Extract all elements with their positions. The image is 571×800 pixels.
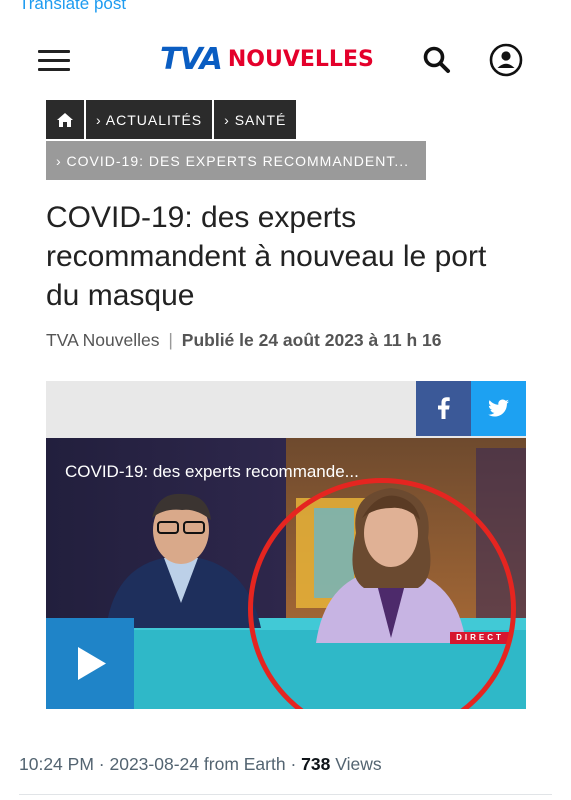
video-player[interactable]: COVID-19: des experts recommande... DIRE…: [46, 438, 526, 709]
translate-post-link[interactable]: Translate post: [19, 0, 126, 14]
tweet-time[interactable]: 10:24 PM: [19, 754, 94, 774]
twitter-share-button[interactable]: [471, 381, 526, 436]
facebook-icon: [438, 397, 450, 419]
play-button[interactable]: [46, 618, 134, 709]
facebook-share-button[interactable]: [416, 381, 471, 436]
logo-tva: TVA: [160, 41, 223, 77]
article-author[interactable]: TVA Nouvelles: [46, 330, 159, 350]
tweet-source: from Earth: [203, 754, 286, 774]
byline-separator: |: [168, 330, 173, 350]
hamburger-menu-icon[interactable]: [38, 50, 70, 72]
views-count: 738: [301, 754, 331, 774]
views-label: Views: [335, 754, 382, 774]
article-title: COVID-19: des experts recommandent à nou…: [46, 201, 487, 312]
meta-dot: ·: [290, 754, 302, 774]
tva-nouvelles-logo[interactable]: TVA NOUVELLES: [160, 41, 374, 77]
meta-dot: ·: [98, 754, 110, 774]
breadcrumb-current-article[interactable]: › COVID-19: DES EXPERTS RECOMMANDENT...: [46, 141, 426, 180]
breadcrumb: › ACTUALITÉS › SANTÉ › COVID-19: DES EXP…: [46, 100, 426, 180]
play-icon: [78, 647, 106, 680]
logo-nouvelles: NOUVELLES: [227, 46, 374, 72]
video-title: COVID-19: des experts recommande...: [65, 462, 359, 481]
breadcrumb-sante[interactable]: › SANTÉ: [214, 100, 297, 139]
breadcrumb-home[interactable]: [46, 100, 84, 139]
tweet-metadata: 10:24 PM · 2023-08-24 from Earth · 738 V…: [19, 754, 382, 775]
article-byline: TVA Nouvelles | Publié le 24 août 2023 à…: [46, 330, 442, 351]
divider: [19, 794, 552, 795]
home-icon: [57, 112, 73, 127]
twitter-icon: [488, 399, 509, 417]
site-header: TVA NOUVELLES: [0, 30, 571, 86]
search-icon[interactable]: [422, 45, 452, 75]
article-media: COVID-19: des experts recommande... DIRE…: [46, 381, 526, 709]
article-published-date: Publié le 24 août 2023 à 11 h 16: [181, 330, 442, 350]
user-account-icon[interactable]: [489, 43, 523, 77]
breadcrumb-actualites[interactable]: › ACTUALITÉS: [86, 100, 213, 139]
tweet-date[interactable]: 2023-08-24: [109, 754, 199, 774]
